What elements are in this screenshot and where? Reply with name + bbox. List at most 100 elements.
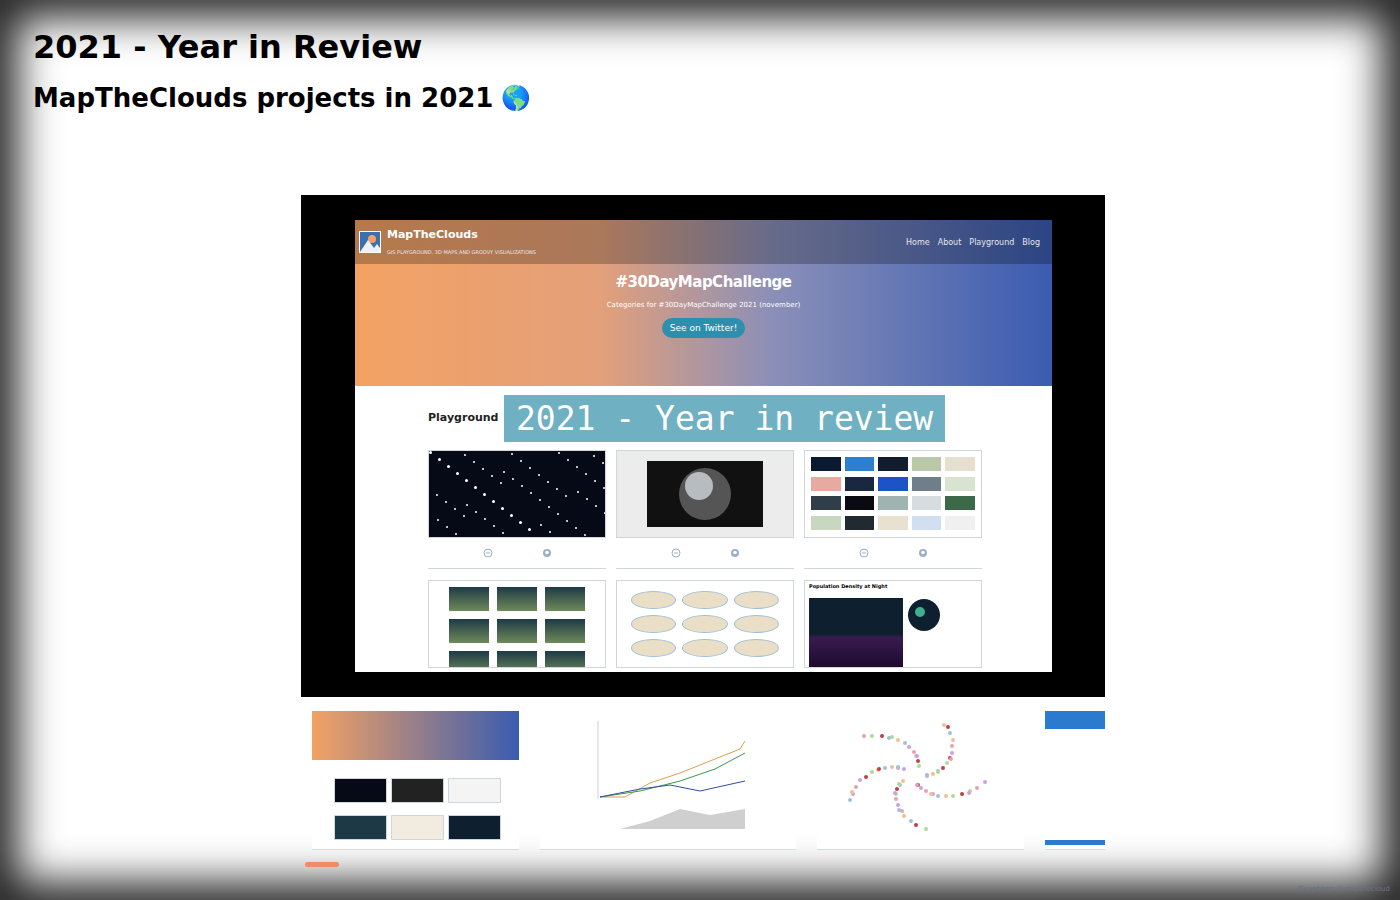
project-card[interactable]	[428, 580, 606, 672]
mini-tile	[448, 778, 501, 803]
site-navbar: MapTheClouds GIS PLAYGROUND, 3D MAPS AND…	[355, 220, 1052, 264]
star	[447, 465, 450, 468]
thumbnail-preview	[540, 711, 796, 850]
slide-frame[interactable]: MapTheClouds GIS PLAYGROUND, 3D MAPS AND…	[301, 195, 1105, 697]
projection-tile	[682, 615, 727, 633]
site-screenshot: MapTheClouds GIS PLAYGROUND, 3D MAPS AND…	[355, 220, 1052, 672]
network-node	[924, 789, 928, 793]
network-node	[924, 827, 928, 831]
site-tagline: GIS PLAYGROUND, 3D MAPS AND GROOVY VISUA…	[387, 248, 536, 256]
thumbnail[interactable]	[540, 711, 796, 867]
github-icon	[918, 548, 928, 558]
mini-header	[312, 711, 519, 760]
star	[549, 531, 551, 533]
selected-indicator	[533, 862, 567, 867]
credit-label: Graphics:	[1298, 885, 1335, 894]
mini-tile	[334, 815, 387, 840]
star	[565, 495, 567, 497]
thumbnail[interactable]	[312, 711, 519, 867]
star	[446, 526, 448, 528]
project-card[interactable]	[616, 450, 794, 569]
twitter-button[interactable]: See on Twitter!	[662, 318, 746, 338]
terrain-tile	[497, 587, 537, 611]
globe-viewer	[647, 461, 763, 527]
star	[539, 499, 541, 501]
slide-caption: 2021 - Year in review	[504, 395, 945, 442]
site-logo-icon[interactable]	[359, 231, 381, 253]
star	[500, 482, 502, 484]
site-nav: Home About Playground Blog	[906, 237, 1040, 249]
project-card[interactable]	[804, 450, 982, 569]
network-node	[917, 764, 921, 768]
projection-tile	[734, 639, 779, 657]
network-node	[914, 823, 918, 827]
network-node	[949, 757, 953, 761]
link-icon	[671, 548, 681, 558]
network-node	[983, 780, 987, 784]
network-node	[975, 786, 979, 790]
card-grid: Population Density at Night	[428, 450, 1052, 672]
card-links	[616, 538, 794, 569]
star	[577, 491, 579, 493]
mini-bar	[1045, 840, 1105, 845]
star	[503, 471, 505, 473]
network-node	[901, 779, 905, 783]
project-card[interactable]	[616, 580, 794, 672]
selected-indicator	[810, 862, 844, 867]
nav-link[interactable]: Blog	[1022, 237, 1040, 249]
network-node	[864, 775, 868, 779]
card-preview	[428, 450, 606, 538]
star	[475, 511, 477, 513]
star	[557, 513, 559, 515]
hero-title: #30DayMapChallenge	[616, 272, 792, 292]
network-node	[854, 785, 858, 789]
project-card[interactable]: Population Density at Night	[804, 580, 982, 672]
network-node	[950, 744, 954, 748]
star	[604, 512, 606, 514]
network-node	[951, 794, 955, 798]
thumbnail[interactable]	[1045, 711, 1105, 867]
site-body: Playground 2021 - Year in review Populat…	[355, 386, 1052, 672]
project-card[interactable]	[428, 450, 606, 569]
network-node	[848, 798, 852, 802]
terrain-tile	[449, 587, 489, 611]
star	[512, 478, 514, 480]
star	[567, 459, 569, 461]
star	[437, 519, 439, 521]
network-node	[916, 759, 920, 763]
chart-preview	[540, 711, 796, 841]
terrain-tile	[545, 587, 585, 611]
star	[464, 454, 466, 456]
gallery-tile	[878, 496, 908, 510]
star	[465, 479, 468, 482]
gallery-tile	[845, 516, 875, 530]
map-row	[809, 598, 977, 668]
star	[602, 462, 604, 464]
projection-tile	[734, 615, 779, 633]
gallery-tile	[945, 516, 975, 530]
nav-link[interactable]: About	[938, 237, 962, 249]
page-title: 2021 - Year in Review	[33, 28, 1400, 66]
star	[576, 466, 578, 468]
star	[484, 518, 486, 520]
thumbnail-strip	[301, 711, 1105, 867]
network-node	[919, 786, 923, 790]
star	[547, 481, 549, 483]
network-node	[948, 731, 952, 735]
card-links	[616, 668, 794, 672]
star	[438, 458, 441, 461]
network-node	[890, 765, 894, 769]
star	[474, 486, 477, 489]
star	[521, 485, 523, 487]
star	[473, 461, 475, 463]
thumbnail[interactable]	[817, 711, 1024, 867]
site-name[interactable]: MapTheClouds	[387, 228, 536, 242]
nav-link[interactable]: Home	[906, 237, 930, 249]
network-node	[895, 787, 899, 791]
network-node	[944, 794, 948, 798]
nav-link[interactable]: Playground	[969, 237, 1014, 249]
gallery-tile	[845, 496, 875, 510]
gallery-tile	[811, 477, 841, 491]
subtitle-text: MapTheClouds projects in 2021	[33, 81, 493, 115]
card-preview	[616, 450, 794, 538]
